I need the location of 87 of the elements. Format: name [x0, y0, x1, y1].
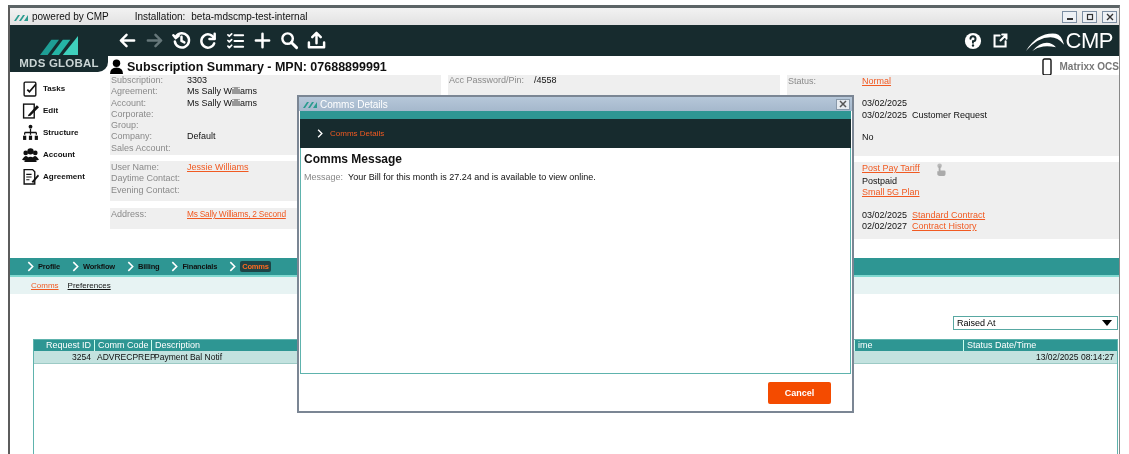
sidebar-item[interactable]: Agreement [22, 167, 108, 185]
search-button[interactable] [280, 31, 299, 50]
field-link[interactable]: Normal [862, 76, 891, 88]
caret-icon [1102, 320, 1112, 326]
field-label: Address: [111, 209, 148, 221]
chevron-icon [317, 129, 323, 138]
table-cell-text: 13/02/2025 08:14:27 [1035, 351, 1115, 363]
field-label: Company: [111, 131, 154, 143]
field-value: 3303 [187, 75, 208, 87]
structure-icon [22, 123, 39, 141]
sort-dropdown[interactable]: Raised At [953, 316, 1118, 330]
dialog-title: Comms Details [320, 98, 388, 110]
breadcrumb[interactable]: Comms Details [330, 129, 385, 138]
installation-name: beta-mdscmp-test-internal [191, 11, 308, 22]
field-label: Agreement: [111, 86, 159, 98]
help-button[interactable] [963, 31, 982, 50]
field-value: Postpaid [862, 176, 898, 188]
field-label: Status: [788, 76, 817, 88]
page-title: Subscription Summary - MPN: 07688899991 [127, 59, 387, 74]
field-label: Account: [111, 97, 148, 109]
chevron-icon [171, 261, 179, 272]
column-header[interactable]: Request ID [34, 340, 94, 351]
sub-tab[interactable]: Comms [31, 281, 59, 290]
date-value: 03/02/2025 [862, 109, 908, 121]
date-value: 03/02/2025 [862, 209, 908, 221]
date-value: 02/02/2027 [862, 220, 908, 233]
field-value: /4558 [534, 75, 557, 87]
brand-name: MDS GLOBAL [19, 57, 99, 69]
add-button[interactable] [253, 31, 272, 50]
checklist-button[interactable] [226, 31, 245, 50]
message-heading: Comms Message [304, 152, 404, 166]
installation-label: Installation: [134, 11, 186, 22]
chevron-icon [71, 261, 79, 272]
field-label: User Name: [111, 162, 160, 174]
field-value: No [862, 131, 874, 144]
field-label: Acc Password/Pin: [449, 75, 526, 87]
upload-button[interactable] [307, 31, 326, 50]
chevron-icon [27, 261, 34, 272]
close-button[interactable] [836, 98, 850, 110]
table-cell-text: 3254 [71, 351, 92, 363]
field-value: Customer Request [912, 109, 988, 121]
maximize-button[interactable] [1082, 10, 1097, 23]
system-name: Matrixx OCS [1059, 61, 1119, 72]
field-link[interactable]: Post Pay Tariff [862, 163, 920, 175]
field-label: Group: [111, 120, 140, 132]
chevron-icon [126, 261, 134, 272]
field-link[interactable]: Jessie Williams [187, 162, 249, 174]
product-name: CMP [1065, 27, 1113, 54]
field-link[interactable]: Standard Contract [912, 209, 986, 221]
chevron-icon [229, 261, 237, 272]
message-text: Your Bill for this month is 27.24 and is available to view online. [348, 172, 596, 182]
sidebar-item[interactable]: Account [22, 145, 108, 163]
logo-icon [303, 100, 317, 108]
minimize-icon [1066, 18, 1073, 20]
field-value: Ms Sally Williams [187, 86, 257, 98]
cancel-button[interactable]: Cancel [768, 381, 831, 404]
edit-icon [22, 101, 39, 119]
field-label: Daytime Contact: [111, 173, 182, 185]
field-label: Message: [304, 172, 344, 182]
account-icon [22, 145, 39, 163]
external-link-button[interactable] [991, 32, 1009, 49]
sidebar-item[interactable]: Structure [22, 123, 108, 141]
tasks-icon [22, 79, 39, 97]
sidebar-item[interactable]: Tasks [22, 79, 108, 97]
redo-button[interactable] [199, 31, 218, 50]
person-icon [110, 59, 123, 74]
field-link[interactable]: Contract History [912, 220, 977, 233]
agreement-icon [22, 167, 39, 185]
phone-icon [1041, 57, 1052, 76]
field-label: Corporate: [111, 108, 155, 121]
minimize-button[interactable] [1062, 10, 1077, 23]
field-value: Ms Sally Williams [187, 97, 257, 109]
field-label: Sales Account: [111, 142, 172, 155]
field-value: Default [187, 131, 216, 143]
history-button[interactable] [172, 31, 191, 50]
logo-icon [14, 12, 28, 21]
sub-tab[interactable]: Preferences [67, 281, 111, 290]
field-label: Subscription: [111, 75, 165, 87]
address-link[interactable]: Ms Sally Williams, 2 Second [187, 209, 286, 221]
back-button[interactable] [118, 31, 137, 50]
sidebar-item[interactable]: Edit [22, 101, 108, 119]
close-button[interactable] [1102, 10, 1117, 23]
field-label: Evening Contact: [111, 184, 181, 196]
logo-icon [40, 34, 78, 55]
app-label: powered by CMP [32, 11, 109, 22]
field-link[interactable]: Small 5G Plan [862, 187, 920, 199]
field-value: 03/02/2025 [862, 98, 908, 110]
